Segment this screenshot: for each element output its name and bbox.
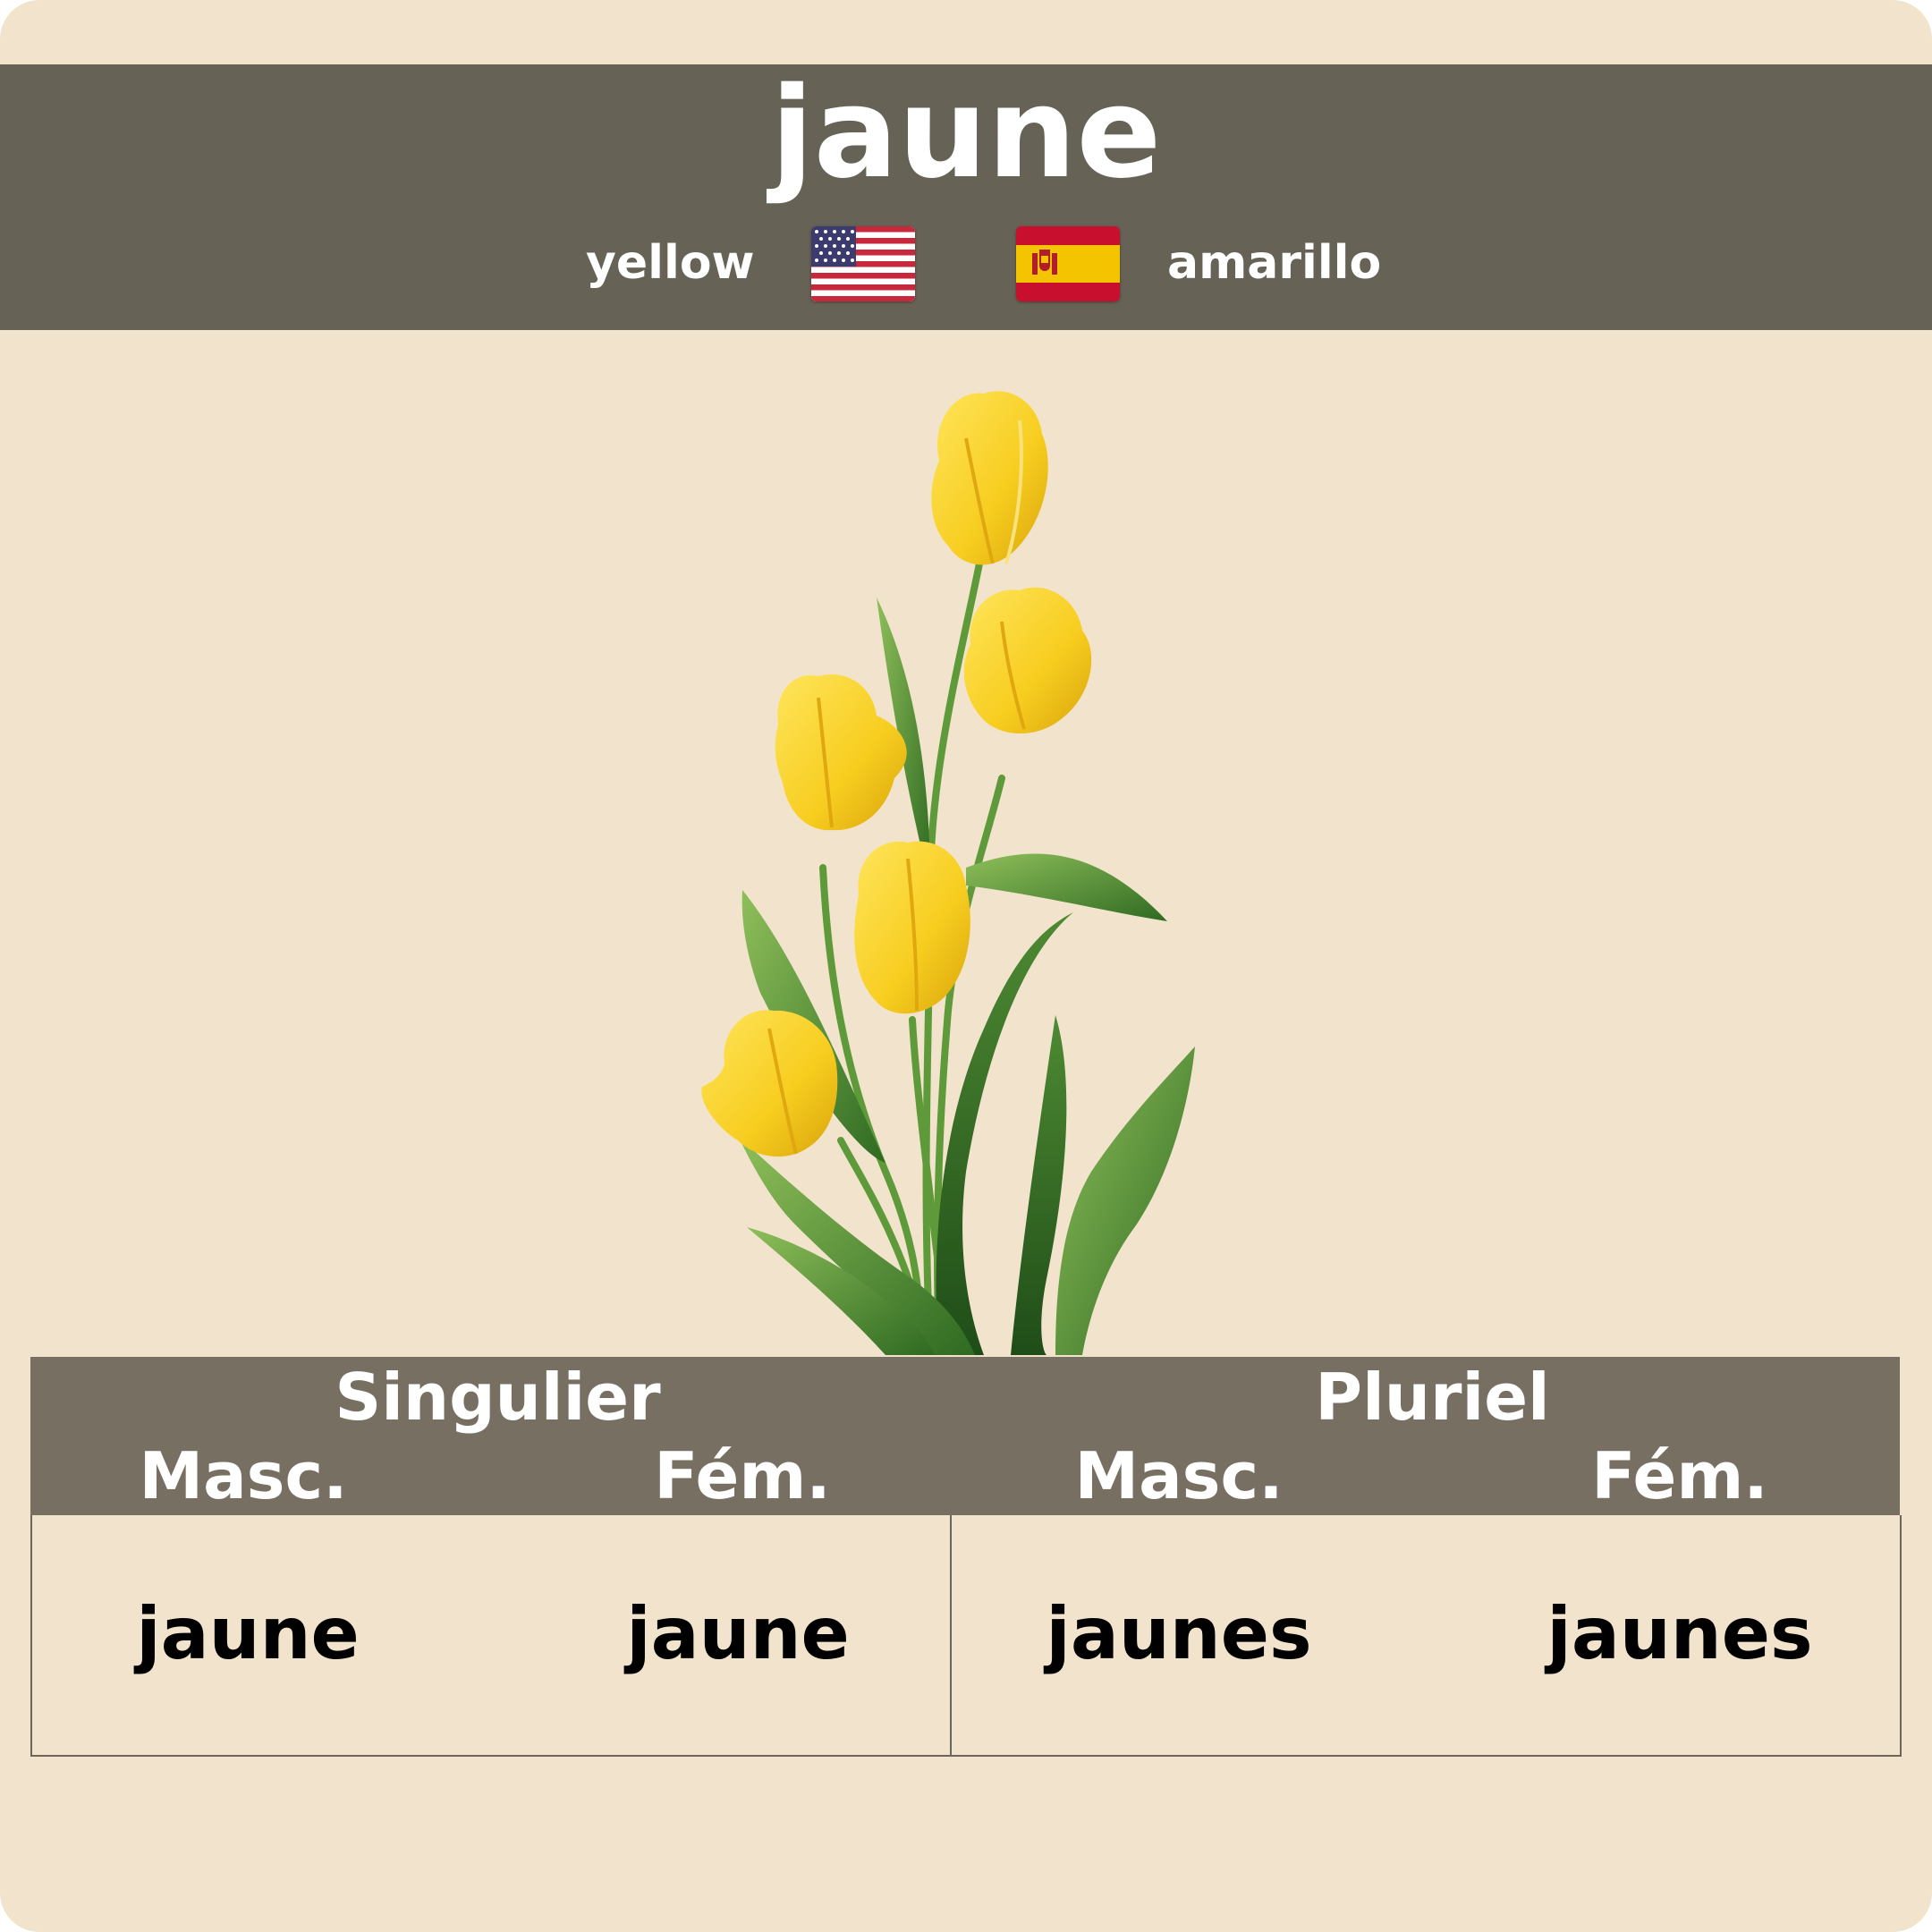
singular-header: Singulier [335, 1360, 661, 1435]
word-title: jaune [770, 61, 1162, 207]
plural-fem-form: jaunes [1546, 1592, 1813, 1675]
flashcard: jaune yellow amarillo Singulier Pluriel … [0, 0, 1932, 1932]
plural-masc-form: jaunes [1046, 1592, 1312, 1675]
english-translation: yellow [586, 236, 755, 290]
yellow-tulips-illustration [662, 385, 1216, 1360]
singular-masc-form: jaune [136, 1592, 360, 1675]
singular-masc-header: Masc. [139, 1438, 348, 1513]
table-divider [950, 1515, 952, 1757]
plural-fem-header: Fém. [1591, 1438, 1768, 1513]
spanish-translation: amarillo [1167, 236, 1382, 290]
plural-header: Pluriel [1315, 1360, 1550, 1435]
plural-masc-header: Masc. [1074, 1438, 1284, 1513]
singular-fem-form: jaune [626, 1592, 850, 1675]
spain-flag-icon [1016, 226, 1120, 301]
singular-fem-header: Fém. [654, 1438, 831, 1513]
us-flag-icon [811, 226, 915, 301]
